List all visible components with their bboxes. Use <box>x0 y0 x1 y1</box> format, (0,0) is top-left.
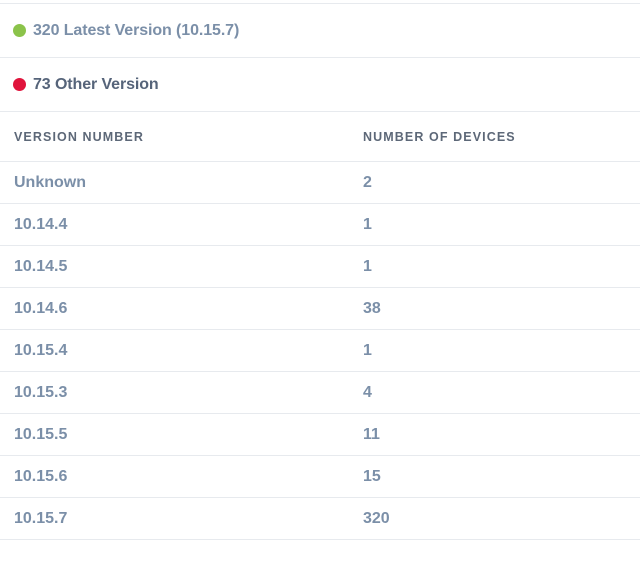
table-row: 10.15.5 11 <box>0 414 640 456</box>
device-count-cell: 1 <box>363 341 372 359</box>
table-row: 10.14.4 1 <box>0 204 640 246</box>
version-cell: 10.15.3 <box>14 383 68 401</box>
version-cell: 10.15.7 <box>14 509 68 527</box>
version-cell: 10.14.4 <box>14 215 68 233</box>
header-number-of-devices: NUMBER OF DEVICES <box>363 129 516 144</box>
device-count-cell: 15 <box>363 467 381 485</box>
other-status-dot-icon <box>13 78 26 91</box>
version-cell: 10.15.5 <box>14 425 68 443</box>
device-count-cell: 1 <box>363 215 372 233</box>
header-version-number: VERSION NUMBER <box>14 129 144 144</box>
table-row: 10.15.4 1 <box>0 330 640 372</box>
version-table: VERSION NUMBER NUMBER OF DEVICES Unknown… <box>0 112 640 540</box>
device-count-cell: 4 <box>363 383 372 401</box>
device-count-cell: 320 <box>363 509 390 527</box>
device-count-cell: 38 <box>363 299 381 317</box>
table-row: Unknown 2 <box>0 162 640 204</box>
table-row: 10.15.6 15 <box>0 456 640 498</box>
table-row: 10.14.6 38 <box>0 288 640 330</box>
latest-version-summary: 320 Latest Version (10.15.7) <box>0 4 640 58</box>
other-version-label: 73 Other Version <box>33 75 159 93</box>
other-version-summary: 73 Other Version <box>0 58 640 112</box>
device-count-cell: 11 <box>363 425 380 443</box>
table-row: 10.15.7 320 <box>0 498 640 540</box>
table-row: 10.15.3 4 <box>0 372 640 414</box>
device-count-cell: 1 <box>363 257 372 275</box>
device-count-cell: 2 <box>363 173 372 191</box>
table-row: 10.14.5 1 <box>0 246 640 288</box>
latest-status-dot-icon <box>13 24 26 37</box>
version-cell: 10.14.6 <box>14 299 68 317</box>
table-header: VERSION NUMBER NUMBER OF DEVICES <box>0 112 640 162</box>
version-cell: 10.14.5 <box>14 257 68 275</box>
version-cell: 10.15.4 <box>14 341 68 359</box>
version-cell: Unknown <box>14 173 86 191</box>
latest-version-label: 320 Latest Version (10.15.7) <box>33 21 240 39</box>
version-cell: 10.15.6 <box>14 467 68 485</box>
